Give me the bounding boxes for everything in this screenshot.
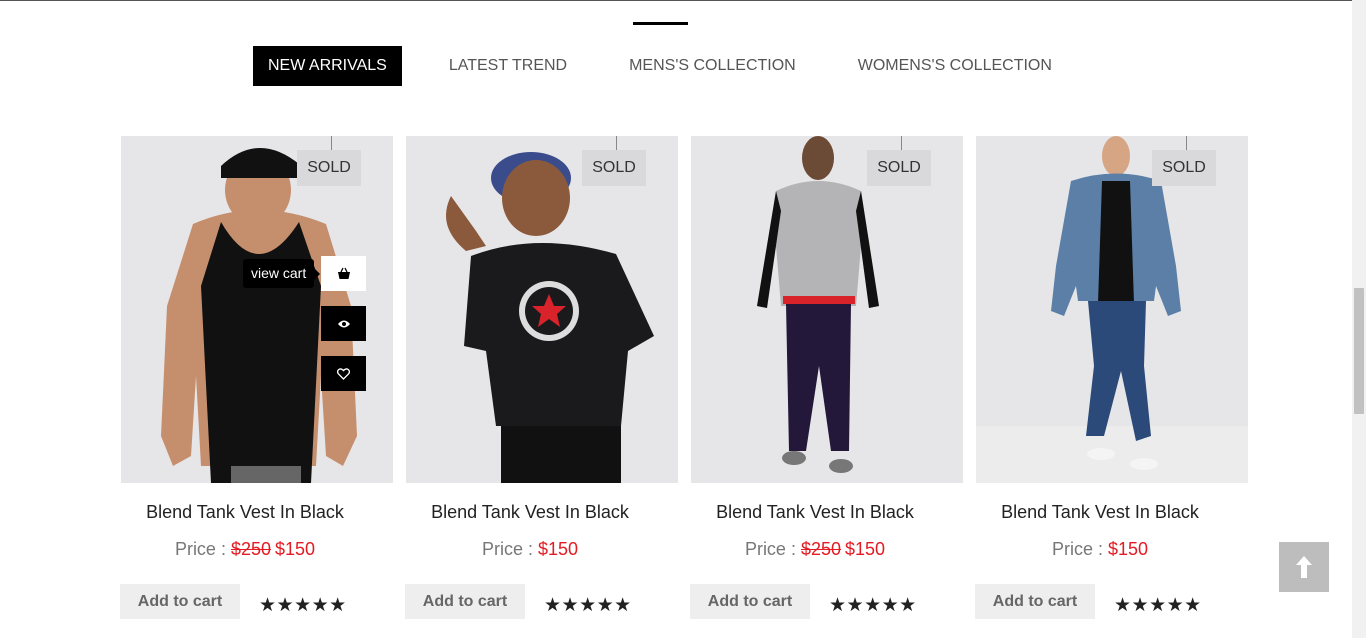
product-price: Price : $150 [976, 539, 1224, 560]
sold-badge: SOLD [867, 150, 931, 186]
page-scrollbar[interactable] [1352, 0, 1366, 638]
product-image[interactable]: SOLD view cart [121, 136, 393, 483]
badge-hanger [901, 136, 902, 150]
wishlist-button[interactable] [321, 356, 366, 391]
badge-hanger [616, 136, 617, 150]
add-to-cart-button[interactable]: Add to cart [690, 584, 810, 619]
product-grid: SOLD view cart Blend Tank Vest In Black … [120, 136, 1248, 638]
product-photo-sweatshirt [757, 136, 879, 473]
top-border [0, 0, 1352, 1]
sold-badge: SOLD [1152, 150, 1216, 186]
product-price: Price : $150 [406, 539, 654, 560]
price-label: Price : [481, 539, 538, 559]
star-rating: ★★★★★ [1114, 595, 1202, 616]
badge-hanger [1186, 136, 1187, 150]
product-title[interactable]: Blend Tank Vest In Black [976, 502, 1224, 523]
sale-price: $150 [537, 539, 579, 559]
scroll-to-top-button[interactable] [1279, 542, 1329, 592]
heart-icon [337, 367, 350, 380]
eye-icon [337, 320, 350, 327]
star-rating: ★★★★★ [829, 595, 917, 616]
product-title[interactable]: Blend Tank Vest In Black [691, 502, 939, 523]
product-title[interactable]: Blend Tank Vest In Black [406, 502, 654, 523]
old-price: $250 [800, 539, 841, 559]
star-rating: ★★★★★ [544, 595, 632, 616]
sale-price: $150 [1107, 539, 1149, 559]
arrow-up-icon [1296, 556, 1312, 578]
sale-price: $150 [275, 539, 316, 559]
add-to-cart-button[interactable]: Add to cart [975, 584, 1095, 619]
tab-womens-collection[interactable]: WOMENS'S COLLECTION [858, 46, 1052, 86]
product-photo-denim-jacket [976, 136, 1248, 483]
product-image[interactable]: SOLD [976, 136, 1248, 483]
sold-badge: SOLD [582, 150, 646, 186]
star-rating: ★★★★★ [259, 595, 347, 616]
old-price: $250 [230, 539, 271, 559]
quick-view-button[interactable] [321, 306, 366, 341]
product-image[interactable]: SOLD [691, 136, 963, 483]
product-card: SOLD Blend Tank Vest In Black Price : $2… [690, 136, 963, 638]
product-title[interactable]: Blend Tank Vest In Black [121, 502, 369, 523]
product-image[interactable]: SOLD [406, 136, 678, 483]
product-price: Price : $250 $150 [691, 539, 939, 560]
product-photo-converse-tee [446, 152, 654, 483]
tab-mens-collection[interactable]: MENS'S COLLECTION [629, 46, 796, 86]
product-price: Price : $250 $150 [121, 539, 369, 560]
sale-price: $150 [845, 539, 886, 559]
price-label: Price : [174, 539, 231, 559]
view-cart-button[interactable] [321, 256, 366, 291]
price-label: Price : [1051, 539, 1108, 559]
view-cart-tooltip: view cart [243, 259, 321, 288]
tab-latest-trend[interactable]: LATEST TREND [449, 46, 567, 86]
price-label: Price : [744, 539, 801, 559]
add-to-cart-button[interactable]: Add to cart [405, 584, 525, 619]
sold-badge: SOLD [297, 150, 361, 186]
tab-new-arrivals[interactable]: NEW ARRIVALS [253, 46, 402, 86]
collection-tabs: NEW ARRIVALS LATEST TREND MENS'S COLLECT… [253, 46, 1052, 86]
basket-icon [337, 267, 350, 279]
badge-hanger [331, 136, 332, 150]
product-card: SOLD Blend Tank Vest In Black Price : $1… [405, 136, 678, 638]
add-to-cart-button[interactable]: Add to cart [120, 584, 240, 619]
scrollbar-thumb[interactable] [1354, 288, 1364, 414]
product-card: SOLD Blend Tank Vest In Black Price : $1… [975, 136, 1248, 638]
tab-indicator [633, 22, 688, 25]
product-card: SOLD view cart Blend Tank Vest In Black … [120, 136, 393, 638]
